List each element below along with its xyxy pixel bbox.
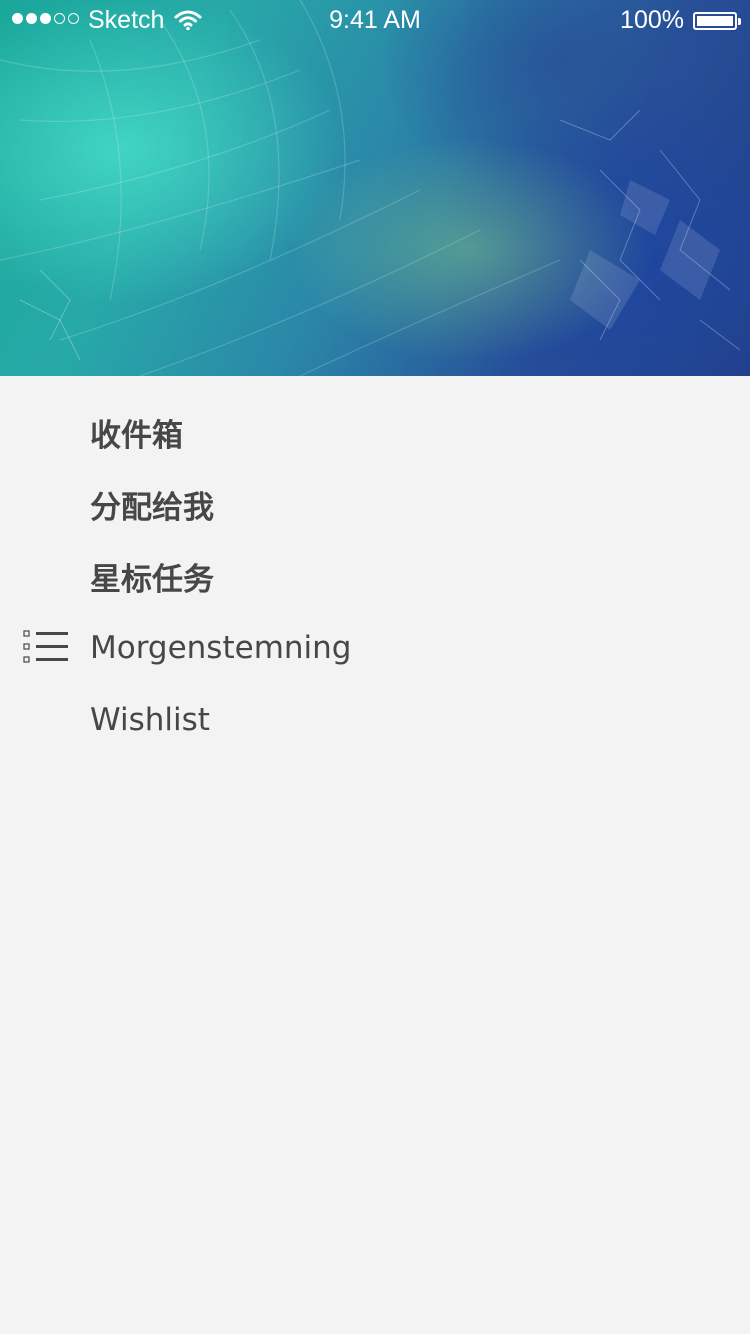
battery-icon: [693, 12, 741, 30]
menu-item-label: Wishlist: [90, 702, 210, 738]
menu-item-wishlist[interactable]: Wishlist: [0, 684, 750, 756]
frost-texture: [0, 0, 741, 376]
menu-item-starred-tasks[interactable]: 星标任务: [0, 540, 750, 612]
menu-item-morgenstemning[interactable]: Morgenstemning: [0, 612, 750, 684]
menu-item-label: 分配给我: [90, 489, 214, 526]
screen: Sketch 9:41 AM 100% 收件箱 分配给我 星标任务 Morgen…: [0, 0, 750, 1334]
menu-item-assigned-to-me[interactable]: 分配给我: [0, 468, 750, 540]
menu-item-label: Morgenstemning: [90, 630, 352, 666]
header-image: [0, 0, 750, 376]
list-icon: [23, 630, 69, 664]
navigation-menu: 收件箱 分配给我 星标任务 Morgenstemning Wishlist: [0, 396, 750, 756]
menu-item-label: 收件箱: [90, 417, 183, 454]
status-bar: Sketch 9:41 AM 100%: [0, 0, 750, 40]
menu-item-label: 星标任务: [90, 561, 214, 598]
menu-item-inbox[interactable]: 收件箱: [0, 396, 750, 468]
battery-percentage: 100%: [620, 6, 684, 34]
